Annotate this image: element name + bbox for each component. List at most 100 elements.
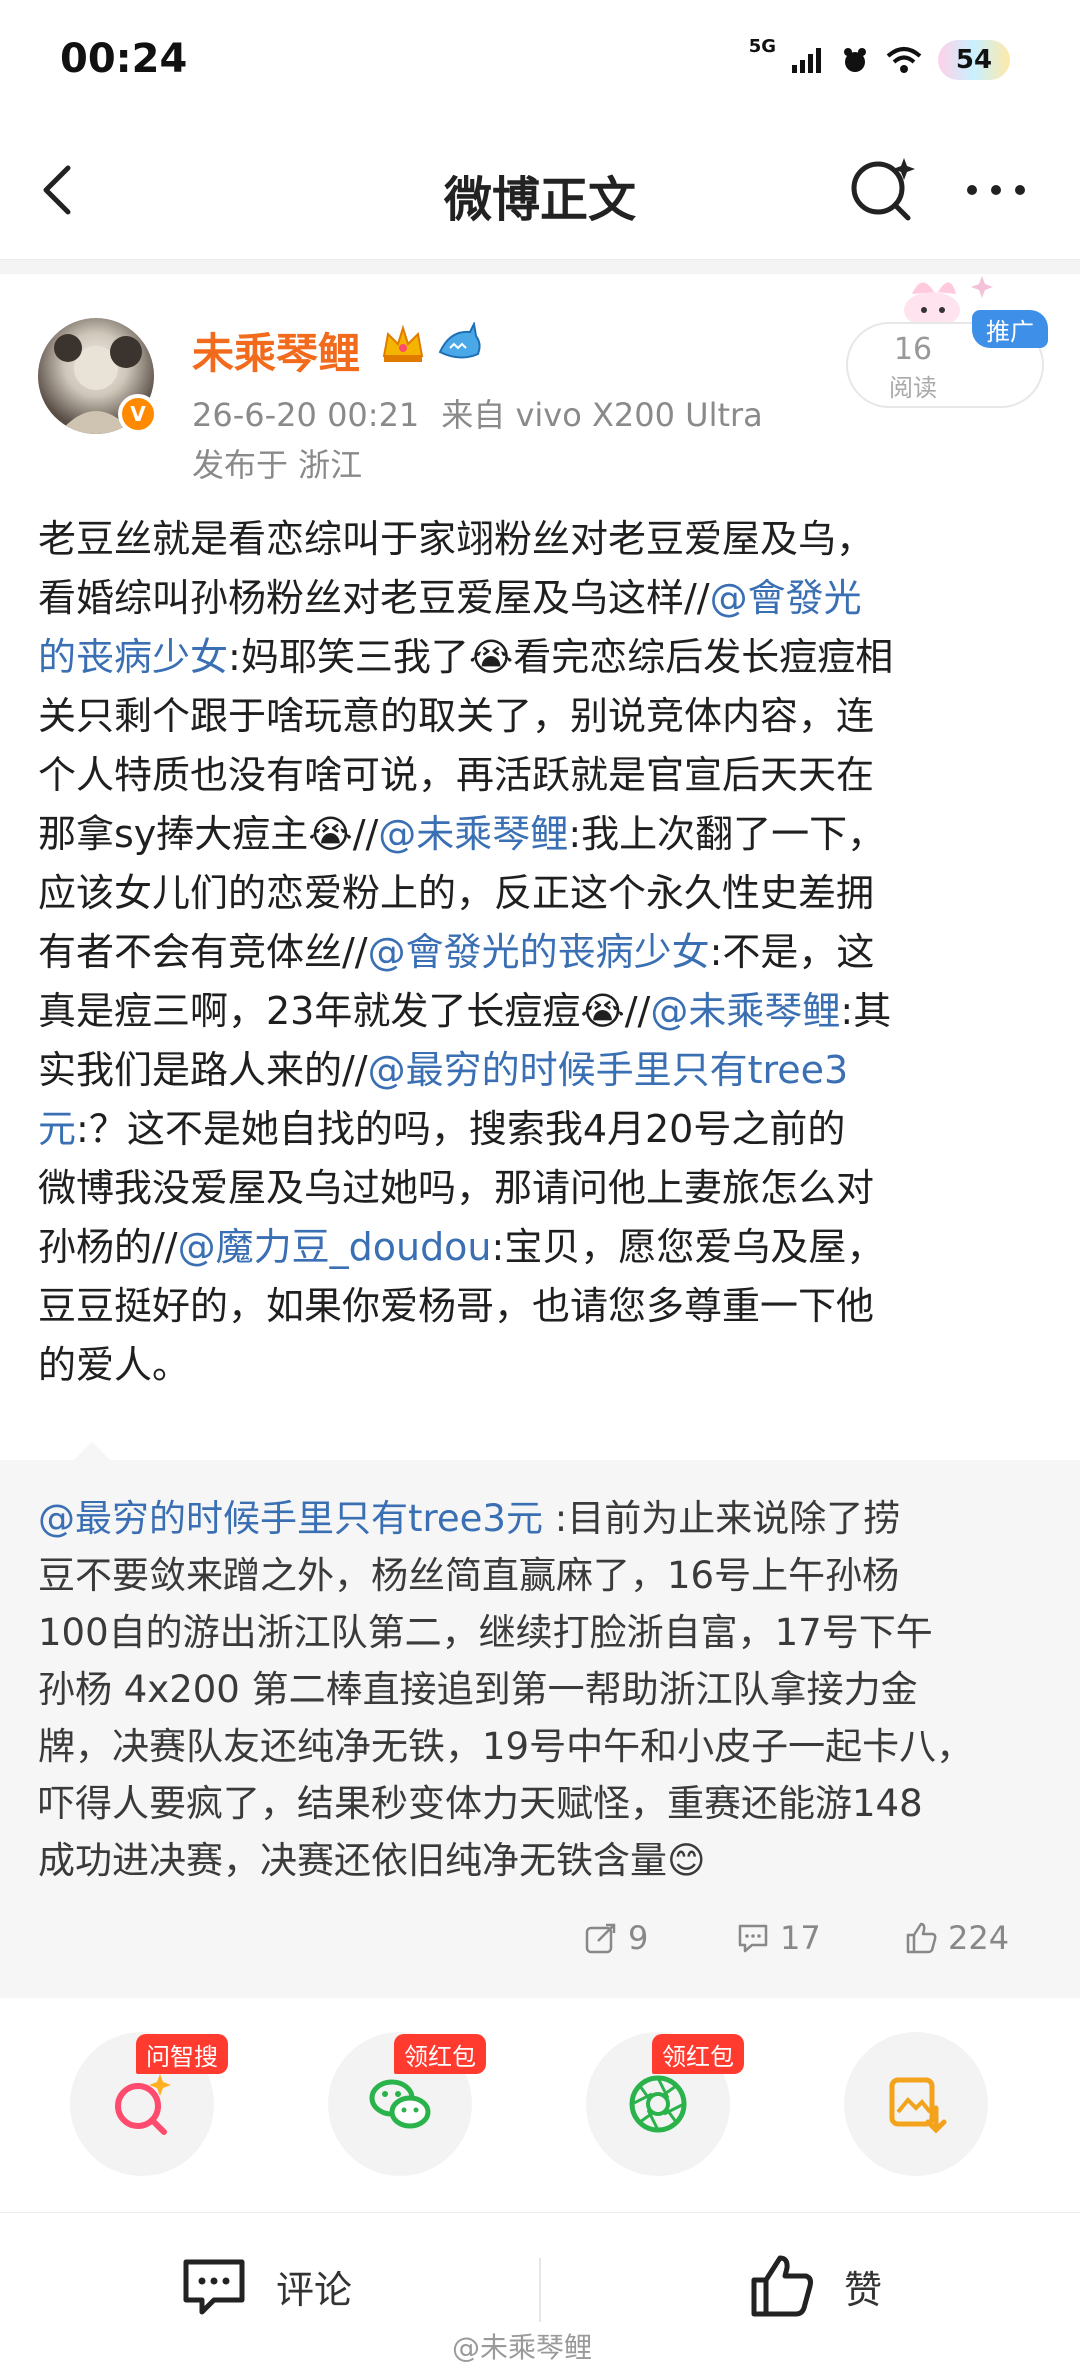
- mention-link[interactable]: @最穷的时候手里只有tree3元: [38, 1497, 543, 1540]
- text-segment: :不是，这: [709, 930, 875, 974]
- post-line: 有者不会有竞体丝//@會發光的丧病少女:不是，这: [38, 923, 1048, 982]
- post-location: 发布于 浙江: [192, 446, 363, 484]
- post-line: 的丧病少女:妈耶笑三我了😭看完恋综后发长痘痘相: [38, 628, 1048, 687]
- quoted-post-text: @最穷的时候手里只有tree3元 :目前为止来说除了捞豆不要敛来蹭之外，杨丝简直…: [38, 1490, 1048, 1889]
- text-segment: 孙杨的//: [38, 1225, 178, 1269]
- text-segment: 关只剩个跟于啥玩意的取关了，别说竞体内容，连: [38, 694, 875, 738]
- comment-count-button[interactable]: 17: [736, 1914, 821, 1962]
- status-time: 00:24: [60, 36, 188, 82]
- pet-icon: [844, 48, 866, 72]
- mention-link[interactable]: @未乘琴鲤: [650, 989, 840, 1033]
- text-segment: 吓得人要疯了，结果秒变体力天赋怪，重赛还能游148: [38, 1782, 923, 1825]
- post-line: 关只剩个跟于啥玩意的取关了，别说竞体内容，连: [38, 687, 1048, 746]
- mention-link[interactable]: @未乘琴鲤: [378, 812, 568, 856]
- bottom-divider: [539, 2258, 541, 2322]
- comment-button[interactable]: 评论: [180, 2246, 352, 2326]
- post-line: 看婚综叫孙杨粉丝对老豆爱屋及乌这样//@會發光: [38, 569, 1048, 628]
- like-count: 224: [948, 1919, 1010, 1957]
- mention-link[interactable]: @會發光的丧病少女: [368, 930, 710, 974]
- quote-notch: [74, 1442, 110, 1460]
- post-line: 应该女儿们的恋爱粉上的，反正这个永久性史差拥: [38, 864, 1048, 923]
- repost-count: 9: [628, 1919, 649, 1957]
- text-segment: 个人特质也没有啥可说，再活跃就是官宣后天天在: [38, 753, 875, 797]
- page-title: 微博正文: [443, 172, 636, 228]
- thumbs-up-icon: [906, 1922, 937, 1954]
- ai-search-icon: [115, 2074, 171, 2135]
- text-segment: 真是痘三啊，23年就发了长痘痘😭//: [38, 989, 651, 1033]
- text-segment: 应该女儿们的恋爱粉上的，反正这个永久性史差拥: [38, 871, 875, 915]
- quoted-line: @最穷的时候手里只有tree3元 :目前为止来说除了捞: [38, 1490, 1048, 1547]
- top-nav: 微博正文: [0, 120, 1080, 260]
- quoted-line: 吓得人要疯了，结果秒变体力天赋怪，重赛还能游148: [38, 1775, 1048, 1832]
- post-meta: 26-6-20 00:21 来自 vivo X200 Ultra: [192, 390, 763, 436]
- promote-badge[interactable]: 推广: [972, 310, 1048, 348]
- network-label: 5G: [748, 35, 776, 57]
- verified-badge-icon: V: [118, 394, 158, 434]
- crown-icon: [382, 324, 424, 362]
- quoted-line: 100自的游出浙江队第二，继续打脸浙自富，17号下午: [38, 1604, 1048, 1661]
- ai-search-icon[interactable]: [846, 152, 918, 224]
- text-segment: :其: [840, 989, 892, 1033]
- text-segment: 微博我没爱屋及乌过她吗，那请问他上妻旅怎么对: [38, 1166, 875, 1210]
- quoted-line: 豆不要敛来蹭之外，杨丝简直赢麻了，16号上午孙杨: [38, 1547, 1048, 1604]
- post-line: 个人特质也没有啥可说，再活跃就是官宣后天天在: [38, 746, 1048, 805]
- quoted-line: 牌，决赛队友还纯净无铁，19号中午和小皮子一起卡八，: [38, 1718, 1048, 1775]
- comment-label: 评论: [276, 2267, 353, 2312]
- quoted-line: 成功进决赛，决赛还依旧纯净无铁含量😊: [38, 1832, 1048, 1889]
- app-tag: 问智搜: [136, 2034, 228, 2074]
- comment-icon: [183, 2259, 245, 2315]
- save-image-icon: [889, 2077, 947, 2134]
- mention-link[interactable]: 元: [38, 1107, 76, 1151]
- read-label: 阅读: [889, 374, 937, 402]
- post-line: 微博我没爱屋及乌过她吗，那请问他上妻旅怎么对: [38, 1159, 1048, 1218]
- text-segment: 豆豆挺好的，如果你爱杨哥，也请您多尊重一下他: [38, 1284, 875, 1328]
- comment-count: 17: [780, 1919, 821, 1957]
- read-count: 16: [893, 332, 933, 367]
- thumbs-up-icon: [751, 2255, 813, 2317]
- shark-badge-icon: [438, 322, 481, 359]
- repost-icon: [585, 1923, 616, 1954]
- wifi-icon: [886, 47, 922, 73]
- repost-count-button[interactable]: 9: [584, 1914, 648, 1962]
- post-line: 那拿sy捧大痘主😭//@未乘琴鲤:我上次翻了一下，: [38, 805, 1048, 864]
- like-label: 赞: [844, 2267, 883, 2312]
- battery-indicator: 54: [938, 40, 1010, 80]
- post-line: 的爱人。: [38, 1336, 1048, 1395]
- text-segment: :我上次翻了一下，: [568, 812, 886, 856]
- text-segment: :目前为止来说除了捞: [542, 1497, 901, 1540]
- like-count-button[interactable]: 224: [904, 1914, 1009, 1962]
- text-segment: 孙杨 4x200 第二棒直接追到第一帮助浙江队拿接力金: [38, 1668, 918, 1711]
- post-line: 元:？这不是她自找的吗，搜索我4月20号之前的: [38, 1100, 1048, 1159]
- text-segment: 有者不会有竞体丝//: [38, 930, 368, 974]
- post-source: 来自 vivo X200 Ultra: [441, 396, 763, 434]
- more-icon[interactable]: [960, 160, 1032, 220]
- text-segment: 豆不要敛来蹭之外，杨丝简直赢麻了，16号上午孙杨: [38, 1554, 900, 1597]
- post-line: 豆豆挺好的，如果你爱杨哥，也请您多尊重一下他: [38, 1277, 1048, 1336]
- mention-link[interactable]: @最穷的时候手里只有tree3: [368, 1048, 849, 1092]
- comment-icon: [738, 1924, 768, 1953]
- mention-link[interactable]: @會發光: [710, 576, 862, 620]
- mention-link[interactable]: 的丧病少女: [38, 635, 228, 679]
- text-segment: 看婚综叫孙杨粉丝对老豆爱屋及乌这样//: [38, 576, 710, 620]
- save-image-button[interactable]: [844, 2032, 988, 2176]
- signal-icon: [792, 48, 821, 73]
- wechat-icon: [369, 2079, 431, 2129]
- text-segment: 的爱人。: [38, 1343, 191, 1387]
- text-segment: 实我们是路人来的//: [38, 1048, 368, 1092]
- app-tag: 领红包: [652, 2034, 744, 2074]
- mention-link[interactable]: @魔力豆_doudou: [178, 1225, 492, 1269]
- watermark: @未乘琴鲤: [452, 2331, 593, 2364]
- like-button[interactable]: 赞: [748, 2246, 882, 2326]
- post-line: 真是痘三啊，23年就发了长痘痘😭//@未乘琴鲤:其: [38, 982, 1048, 1041]
- status-icons: 5G 54: [749, 30, 1010, 90]
- text-segment: 牌，决赛队友还纯净无铁，19号中午和小皮子一起卡八，: [38, 1725, 974, 1768]
- text-segment: 那拿sy捧大痘主😭//: [38, 812, 379, 856]
- text-segment: :？这不是她自找的吗，搜索我4月20号之前的: [76, 1107, 846, 1151]
- quoted-line: 孙杨 4x200 第二棒直接追到第一帮助浙江队拿接力金: [38, 1661, 1048, 1718]
- text-segment: 老豆丝就是看恋综叫于家翊粉丝对老豆爱屋及乌，: [38, 517, 875, 561]
- post-timestamp: 26-6-20 00:21: [192, 396, 420, 434]
- author-name[interactable]: 未乘琴鲤: [192, 320, 360, 381]
- text-segment: :宝贝，愿您爱乌及屋，: [491, 1225, 885, 1269]
- post-line: 实我们是路人来的//@最穷的时候手里只有tree3: [38, 1041, 1048, 1100]
- text-segment: 100自的游出浙江队第二，继续打脸浙自富，17号下午: [38, 1611, 933, 1654]
